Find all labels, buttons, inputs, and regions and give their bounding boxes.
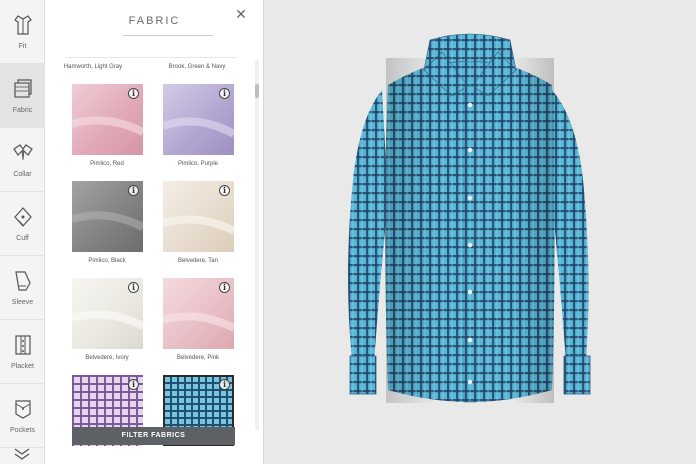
info-icon[interactable]: i (219, 185, 230, 196)
fabric-caption: Pimlico, Black (88, 258, 126, 264)
cuff-icon (13, 207, 32, 227)
fabric-panel: FABRIC ✕ Hamworth, Light Gray Brook, Gre… (45, 0, 264, 464)
fabric-icon (13, 79, 32, 98)
rail-item-collar[interactable]: Collar (0, 128, 45, 192)
scrollbar-track[interactable] (255, 60, 259, 430)
collar-icon (12, 144, 33, 161)
fabric-caption: Belvedere, Pink (176, 355, 220, 361)
info-icon[interactable]: i (219, 88, 230, 99)
rail-item-cuff[interactable]: Cuff (0, 192, 45, 256)
fabric-caption: Pimlico, Purple (177, 161, 218, 167)
fabric-caption: Brook, Green & Navy (168, 64, 226, 70)
rail-label-placket: Placket (11, 363, 34, 370)
fabric-caption: Belvedere, Ivory (85, 355, 129, 361)
fabric-swatch-pimlico-purple[interactable]: i (163, 84, 234, 155)
fabric-caption: Pimlico, Red (90, 161, 124, 167)
sleeve-icon (14, 271, 31, 291)
panel-title: FABRIC (128, 15, 181, 27)
fabric-swatch-pimlico-black[interactable]: i (72, 181, 143, 252)
scrollbar-thumb[interactable] (255, 84, 259, 98)
title-underline (123, 35, 213, 36)
rail-label-collar: Collar (13, 171, 32, 178)
chevron-double-down-icon[interactable] (12, 446, 32, 462)
rail-item-sleeve[interactable]: Sleeve (0, 256, 45, 320)
shirt-image (348, 33, 591, 403)
rail-item-pockets[interactable]: Pockets (0, 384, 45, 448)
info-icon[interactable]: i (219, 282, 230, 293)
info-icon[interactable]: i (128, 88, 139, 99)
info-icon[interactable]: i (128, 282, 139, 293)
customization-rail: Fit Fabric Collar Cuff Sleeve Placket Po… (0, 0, 45, 464)
fabric-caption: Belvedere, Tan (178, 258, 218, 264)
rail-item-fabric[interactable]: Fabric (0, 64, 45, 128)
close-icon[interactable]: ✕ (233, 6, 249, 22)
fabric-swatch-belvedere-tan[interactable]: i (163, 181, 234, 252)
rail-item-placket[interactable]: Placket (0, 320, 45, 384)
pockets-icon (14, 400, 31, 419)
rail-label-fabric: Fabric (12, 107, 33, 114)
rail-item-fit[interactable]: Fit (0, 0, 45, 64)
info-icon[interactable]: i (128, 185, 139, 196)
info-icon[interactable]: i (128, 379, 139, 390)
rail-label-cuff: Cuff (16, 235, 29, 242)
fabric-swatch-pimlico-red[interactable]: i (72, 84, 143, 155)
info-icon[interactable]: i (219, 379, 230, 390)
filter-fabrics-button[interactable]: FILTER FABRICS (72, 427, 235, 445)
shirt-fit-icon (13, 15, 32, 35)
shirt-preview (330, 30, 610, 442)
divider (65, 57, 237, 58)
placket-icon (14, 335, 31, 355)
fabric-swatch-belvedere-pink[interactable]: i (163, 278, 234, 349)
rail-label-fit: Fit (18, 43, 27, 50)
fabric-swatch-belvedere-ivory[interactable]: i (72, 278, 143, 349)
fabric-caption: Hamworth, Light Gray (63, 64, 123, 70)
rail-label-pockets: Pockets (10, 427, 35, 434)
rail-label-sleeve: Sleeve (11, 299, 34, 306)
